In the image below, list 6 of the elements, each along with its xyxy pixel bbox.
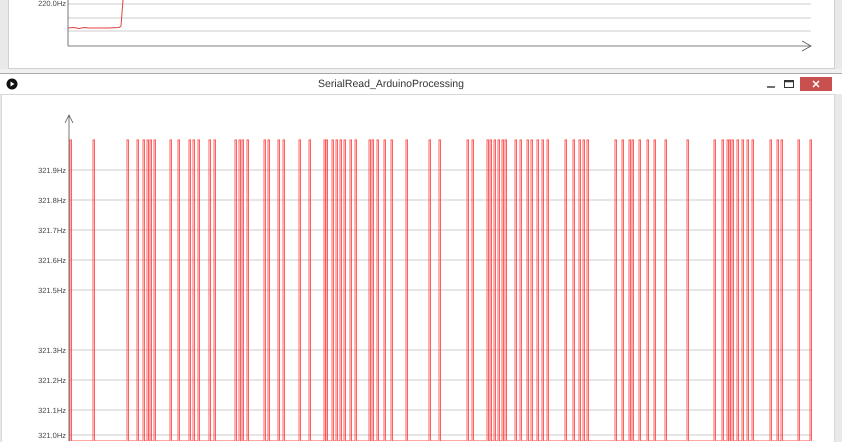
play-icon bbox=[6, 78, 18, 90]
close-icon bbox=[812, 80, 820, 88]
maximize-icon[interactable] bbox=[782, 78, 796, 90]
window-title: SerialRead_ArduinoProcessing bbox=[317, 78, 465, 90]
frequency-line bbox=[68, 0, 124, 29]
close-button[interactable] bbox=[800, 77, 832, 91]
